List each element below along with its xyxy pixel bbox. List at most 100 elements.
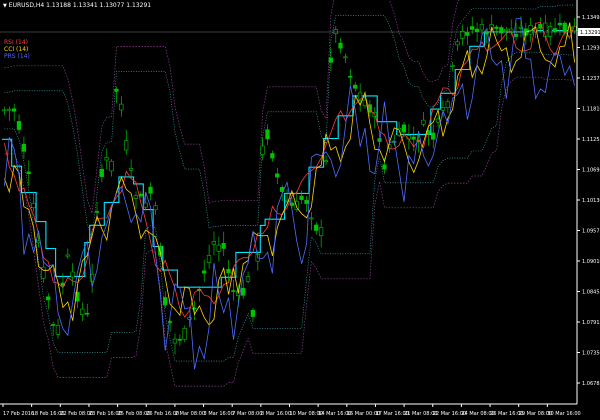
candle-body (304, 199, 309, 204)
price-label: 1.13495 (582, 15, 600, 21)
price-label: 1.12375 (582, 76, 600, 82)
candle-body (455, 41, 460, 46)
price-label: 1.09010 (582, 259, 600, 265)
price-candles (2, 13, 577, 355)
candle-body (11, 108, 17, 112)
candle-body (435, 118, 441, 123)
candle-body (104, 157, 109, 161)
prs-line (4, 18, 575, 370)
candle-body (323, 160, 329, 163)
candle-body (172, 338, 178, 344)
candle-body (445, 101, 450, 108)
candle-body (314, 224, 319, 231)
candle-body (309, 217, 314, 220)
candle-body (240, 287, 246, 296)
candle-body (114, 89, 119, 92)
candle-body (211, 241, 217, 245)
candle-body (163, 297, 168, 306)
candle-body (401, 124, 407, 133)
candle-body (260, 145, 265, 155)
candle-body (343, 56, 348, 59)
candle-body (177, 338, 182, 341)
candle-body (552, 28, 558, 33)
midline-step (2, 30, 573, 288)
time-label: 30 Mar 16:00 (547, 411, 580, 417)
candle-body (411, 136, 416, 140)
axes: 1.13495 1.12930 1.12375 1.11810 1.11255 1.106… (0, 0, 600, 417)
candle-body (94, 211, 100, 213)
candle-body (85, 312, 90, 315)
candle-body (148, 186, 153, 194)
candle-body (250, 310, 255, 317)
time-label: 7 Mar 08:00 (232, 411, 262, 417)
price-label: 1.11810 (582, 107, 600, 113)
candle-body (46, 296, 51, 301)
candle-body (333, 29, 338, 35)
candle-body (109, 160, 114, 172)
oscillator-lines (4, 18, 575, 370)
candle-body (167, 321, 173, 323)
candle-body (216, 244, 221, 252)
price-label: 1.10130 (582, 198, 600, 204)
candle-body (557, 22, 562, 26)
candle-body (21, 143, 26, 152)
candle-body (182, 328, 187, 340)
candle-body (318, 227, 324, 237)
price-label: 1.07915 (582, 320, 600, 326)
candle-body (474, 28, 480, 32)
candle-body (65, 254, 70, 257)
candle-body (460, 30, 465, 39)
candle-body (299, 195, 304, 200)
candle-body (70, 271, 75, 278)
candle-body (562, 22, 567, 33)
time-label: 3 Mar 16:00 (204, 411, 234, 417)
candle-body (270, 153, 275, 159)
time-label: 17 Feb 2016 (3, 411, 34, 417)
candle-body (206, 255, 212, 263)
price-label: 1.10695 (582, 168, 600, 174)
candle-body (55, 325, 61, 335)
chart-plot-area[interactable]: 1.13495 1.12930 1.12375 1.11810 1.11255 1.106… (0, 0, 600, 420)
candle-body (231, 290, 236, 292)
candle-body (353, 84, 358, 89)
candle-body (348, 75, 353, 78)
rsi-line (4, 21, 575, 318)
candle-body (338, 42, 343, 49)
candle-body (382, 164, 387, 170)
price-label: 1.07350 (582, 351, 600, 357)
candle-body (31, 202, 36, 209)
candle-body (450, 65, 455, 67)
candle-body (99, 168, 104, 177)
price-label: 1.11255 (582, 137, 600, 143)
time-label: 2 Mar 08:00 (175, 411, 205, 417)
candle-body (7, 108, 12, 111)
candle-body (16, 121, 22, 130)
candle-body (143, 202, 148, 208)
candle-body (465, 32, 470, 36)
candle-body (119, 103, 124, 111)
candle-body (421, 119, 426, 125)
candle-body (153, 205, 158, 211)
channel-bands (2, 0, 575, 387)
candle-body (504, 28, 509, 31)
candle-body (124, 140, 129, 151)
candle-body (133, 195, 139, 199)
candle-body (26, 171, 31, 174)
time-label: 8 Mar 16:00 (261, 411, 291, 417)
price-label: 1.09575 (582, 229, 600, 235)
candle-body (221, 243, 226, 249)
price-label: 1.06785 (582, 381, 600, 387)
candle-body (275, 173, 280, 178)
candle-body (494, 26, 499, 29)
price-label: 1.12930 (582, 46, 600, 52)
candle-body (547, 26, 553, 37)
inner-lower-band (4, 51, 575, 362)
candle-body (469, 26, 475, 30)
candle-body (50, 324, 56, 326)
candle-body (245, 276, 251, 282)
candle-body (80, 308, 85, 315)
candle-body (513, 33, 519, 37)
price-label: 1.08455 (582, 290, 600, 296)
chart-window[interactable]: ▼ EURUSD,H4 1.13188 1.13341 1.13077 1.13… (0, 0, 600, 420)
candle-body (226, 268, 231, 274)
